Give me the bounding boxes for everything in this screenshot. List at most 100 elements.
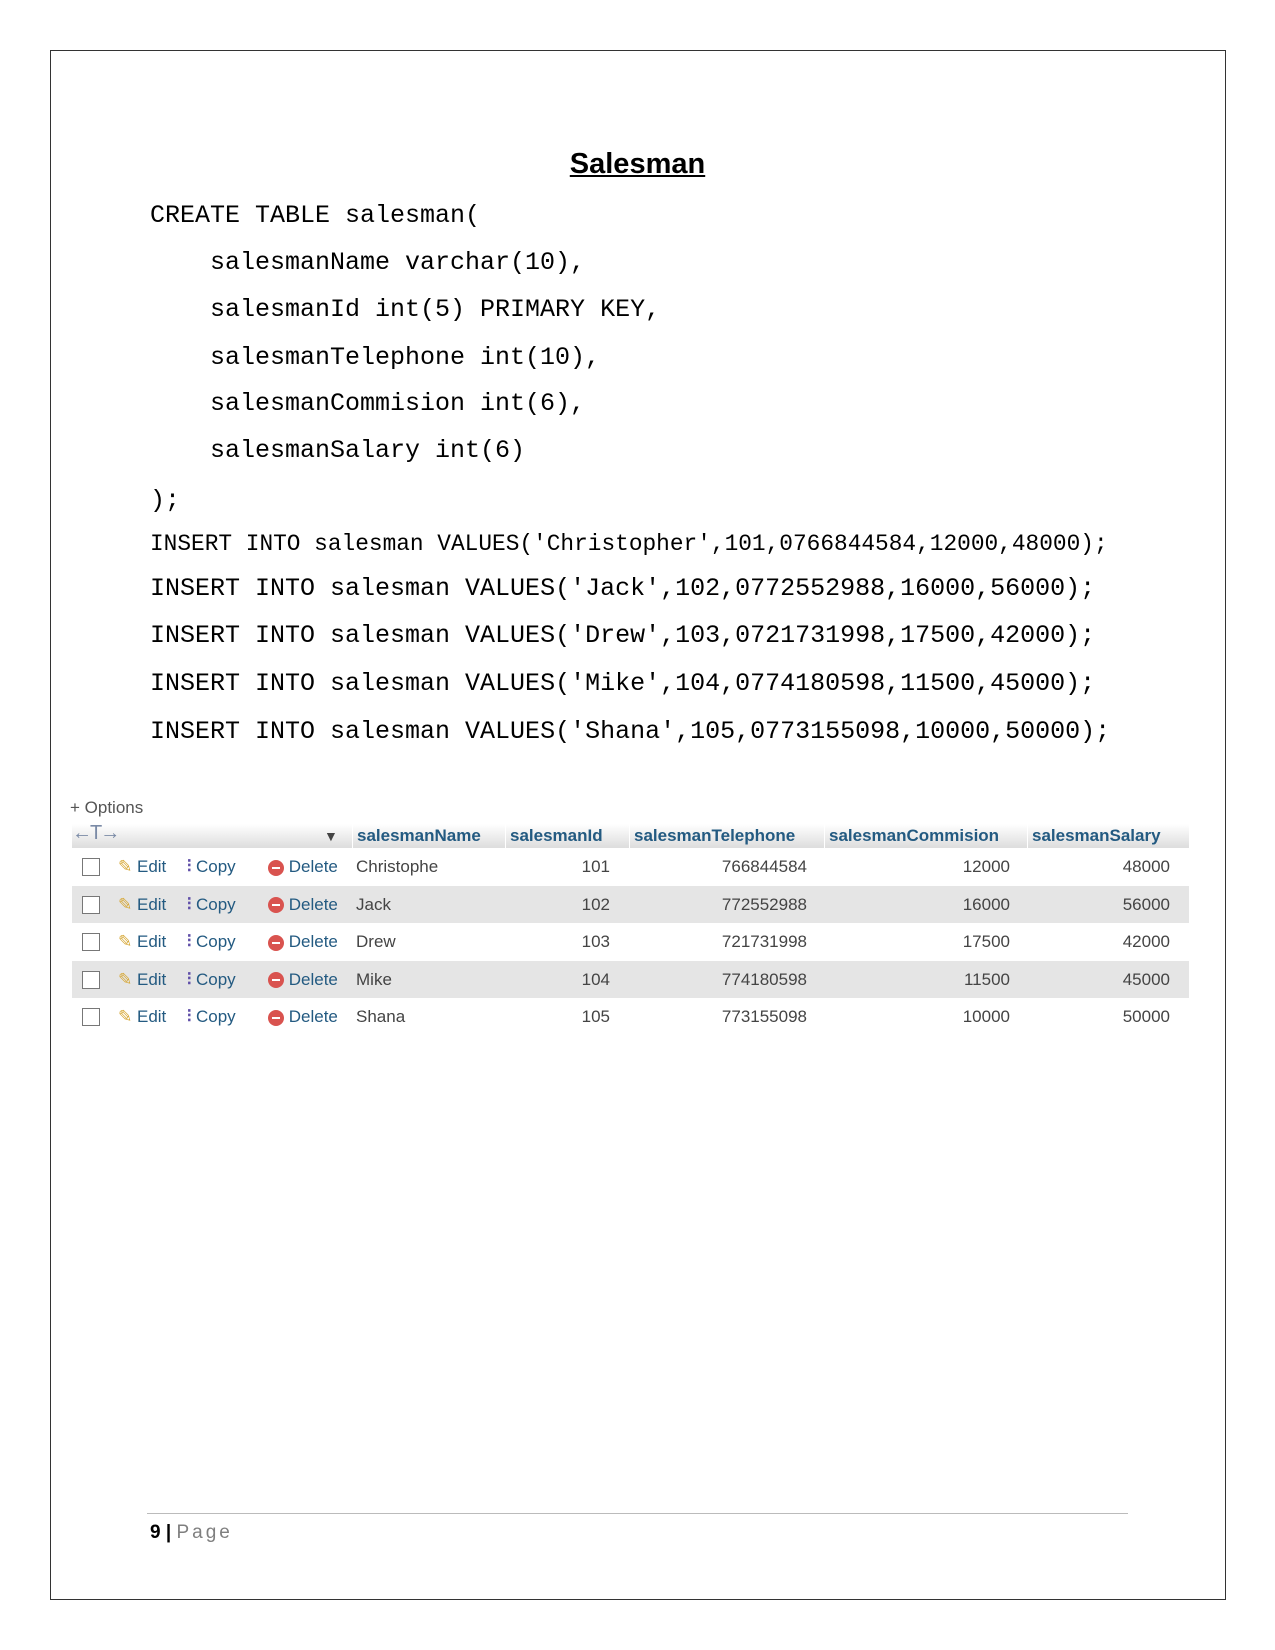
edit-button[interactable]: ✎ Edit [118,998,166,1036]
code-line: INSERT INTO salesman VALUES('Jack',102,0… [150,574,1096,603]
copy-icon: ⫶ [187,1007,192,1026]
page-number: 9 [150,1522,161,1543]
header-salesmanCommision[interactable]: salesmanCommision [824,824,1027,848]
cell-salesmanTelephone: 773155098 [721,1007,807,1026]
edit-button[interactable]: ✎ Edit [118,961,166,999]
delete-button[interactable]: Delete [268,886,338,924]
document-page: Salesman CREATE TABLE salesman( salesman… [0,0,1275,1650]
delete-icon [268,972,284,989]
delete-icon [268,1009,284,1026]
delete-icon [268,897,284,914]
code-line: CREATE TABLE salesman( [150,201,481,230]
table-row: ✎ Edit ⫶ Copy Delete Drew 103 721731998 … [72,923,1189,961]
copy-button[interactable]: ⫶ Copy [187,998,236,1036]
cell-salesmanId: 105 [581,1007,610,1026]
header-salesmanName[interactable]: salesmanName [352,824,505,848]
row-checkbox[interactable] [82,858,100,876]
cell-salesmanTelephone: 721731998 [721,932,807,951]
table-row: ✎ Edit ⫶ Copy Delete Jack 102 772552988 … [72,885,1189,924]
pencil-icon: ✎ [118,932,133,951]
row-checkbox[interactable] [82,933,100,951]
delete-label: Delete [288,969,338,989]
footer-separator: | [165,1522,172,1543]
delete-label: Delete [288,1007,338,1026]
copy-button[interactable]: ⫶ Copy [187,848,236,886]
code-line: INSERT INTO salesman VALUES('Shana',105,… [150,717,1111,746]
header-salesmanSalary[interactable]: salesmanSalary [1027,824,1189,848]
pencil-icon: ✎ [118,969,133,989]
code-line: INSERT INTO salesman VALUES('Drew',103,0… [150,621,1096,650]
table-row: ✎ Edit ⫶ Copy Delete Shana 105 773155098… [72,998,1189,1036]
column-resize-arrows-icon[interactable]: ←T→ [72,821,120,845]
cell-salesmanId: 101 [581,857,610,876]
copy-label: Copy [195,969,236,989]
cell-salesmanTelephone: 766844584 [721,857,807,876]
delete-button[interactable]: Delete [268,961,338,999]
pencil-icon: ✎ [118,1007,133,1026]
delete-button[interactable]: Delete [268,998,338,1036]
cell-salesmanCommision: 10000 [962,1007,1010,1026]
edit-button[interactable]: ✎ Edit [118,886,166,924]
cell-salesmanTelephone: 774180598 [721,969,807,989]
sort-triangle-icon[interactable]: ▼ [324,824,338,848]
row-checkbox[interactable] [82,895,100,914]
copy-icon: ⫶ [187,894,192,914]
code-line: ); [150,486,181,515]
cell-salesmanName: Jack [356,894,391,914]
copy-button[interactable]: ⫶ Copy [187,923,236,961]
code-line: salesmanCommision int(6), [210,389,586,418]
delete-button[interactable]: Delete [268,923,338,961]
table-row: ✎ Edit ⫶ Copy Delete Mike 104 774180598 … [72,960,1189,999]
cell-salesmanCommision: 16000 [962,894,1010,914]
cell-salesmanName: Mike [356,969,392,989]
pencil-icon: ✎ [118,857,133,876]
cell-salesmanId: 103 [581,932,610,951]
options-link[interactable]: + Options [70,798,143,818]
cell-salesmanSalary: 48000 [1122,857,1170,876]
page-footer: 9 | Page [150,1522,233,1544]
copy-icon: ⫶ [187,932,192,951]
pencil-icon: ✎ [118,894,133,914]
delete-icon [268,934,284,951]
footer-divider [147,1513,1128,1514]
copy-icon: ⫶ [187,857,192,876]
delete-button[interactable]: Delete [268,848,338,886]
copy-label: Copy [195,1007,236,1026]
row-checkbox[interactable] [82,970,100,989]
edit-label: Edit [136,932,167,951]
table-row: ✎ Edit ⫶ Copy Delete Christophe 101 7668… [72,848,1189,886]
header-salesmanId[interactable]: salesmanId [505,824,629,848]
cell-salesmanSalary: 42000 [1122,932,1170,951]
edit-label: Edit [136,894,167,914]
header-salesmanTelephone[interactable]: salesmanTelephone [629,824,824,848]
cell-salesmanCommision: 11500 [963,969,1010,989]
cell-salesmanCommision: 17500 [962,932,1010,951]
cell-salesmanId: 102 [581,894,610,914]
table-header: ▼ salesmanName salesmanId salesmanTeleph… [72,824,1189,848]
cell-salesmanSalary: 50000 [1122,1007,1170,1026]
cell-salesmanId: 104 [581,969,610,989]
cell-salesmanTelephone: 772552988 [721,894,807,914]
cell-salesmanCommision: 12000 [962,857,1010,876]
edit-button[interactable]: ✎ Edit [118,923,166,961]
edit-label: Edit [136,1007,167,1026]
copy-label: Copy [195,894,236,914]
copy-icon: ⫶ [187,969,192,989]
code-line: INSERT INTO salesman VALUES('Mike',104,0… [150,669,1096,698]
row-checkbox[interactable] [82,1008,100,1026]
copy-label: Copy [195,857,236,876]
edit-button[interactable]: ✎ Edit [118,848,166,886]
code-line: salesmanName varchar(10), [210,248,586,277]
result-table: ▼ salesmanName salesmanId salesmanTeleph… [72,824,1189,1036]
cell-salesmanSalary: 45000 [1122,969,1170,989]
delete-label: Delete [288,932,338,951]
code-line: INSERT INTO salesman VALUES('Christopher… [150,531,1108,557]
delete-icon [268,859,284,876]
page-label: Page [176,1522,233,1543]
code-line: salesmanTelephone int(10), [210,343,601,372]
copy-button[interactable]: ⫶ Copy [187,961,236,999]
section-title: Salesman [569,148,706,180]
copy-button[interactable]: ⫶ Copy [187,886,236,924]
cell-salesmanName: Shana [356,1007,406,1026]
copy-label: Copy [195,932,236,951]
